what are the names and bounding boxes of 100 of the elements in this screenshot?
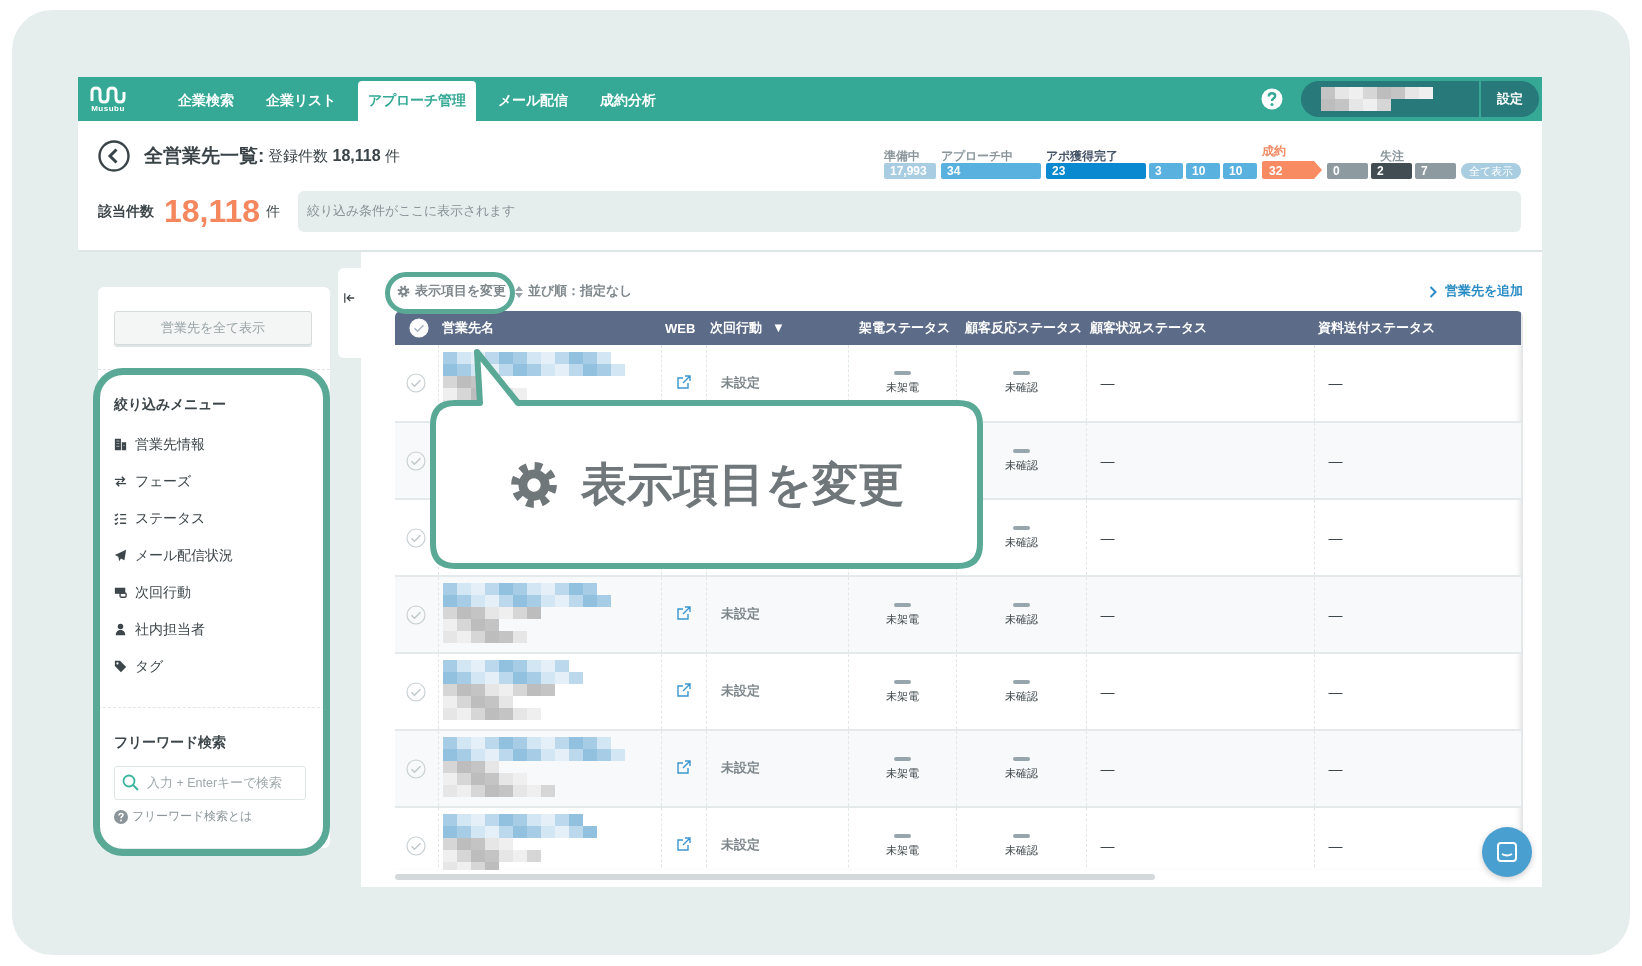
next-action-text: 未設定	[719, 375, 760, 390]
phase-segment[interactable]: 34	[941, 163, 1041, 179]
filter-menu-item[interactable]: ステータス	[135, 509, 205, 528]
show-all-button[interactable]: 営業先を全て表示	[114, 311, 312, 345]
status-dash-icon	[893, 371, 911, 375]
row-checkbox[interactable]	[406, 373, 427, 393]
nav-tab[interactable]: 企業リスト	[256, 81, 346, 121]
status-dash-icon	[1012, 602, 1030, 607]
status-dash-icon	[1012, 833, 1030, 838]
gear-icon	[509, 459, 559, 510]
document-status-text: —	[1327, 837, 1343, 854]
status-dash-icon	[893, 679, 911, 684]
external-link-icon[interactable]	[676, 760, 691, 774]
filter-menu-item[interactable]: タグ	[135, 657, 163, 676]
collapse-sidebar-button[interactable]	[338, 268, 361, 358]
external-link-icon[interactable]	[676, 374, 691, 389]
response-status-text: 未確認	[1004, 842, 1038, 858]
callout-text: 表示項目を変更	[581, 456, 904, 512]
chat-button[interactable]	[1482, 827, 1532, 877]
document-status-text: —	[1327, 529, 1343, 546]
row-checkbox[interactable]	[406, 681, 427, 702]
registered-count: 登録件数 18,118 件	[268, 146, 400, 166]
phase-segment[interactable]: 10	[1223, 163, 1257, 179]
response-status-text: 未確認	[1004, 534, 1038, 550]
customer-status-text: —	[1099, 606, 1115, 623]
settings-button[interactable]: 設定	[1479, 81, 1539, 117]
result-count: 18,118	[164, 193, 261, 230]
external-link-icon[interactable]	[676, 683, 691, 697]
next-action-text: 未設定	[719, 607, 760, 621]
external-link-icon[interactable]	[676, 606, 691, 620]
column-header[interactable]: 次回行動	[710, 320, 762, 335]
section-heading: 絞り込みメニュー	[114, 396, 227, 414]
phase-segment[interactable]: 32	[1262, 161, 1322, 179]
horizontal-scrollbar[interactable]	[395, 874, 1155, 880]
sort-order-text: 並び順：指定なし	[528, 283, 632, 300]
filter-menu-item[interactable]: 営業先情報	[135, 435, 205, 454]
row-checkbox[interactable]	[406, 604, 427, 625]
search-field[interactable]: 入力 + Enterキーで検索	[114, 766, 306, 800]
filter-conditions-box: 絞り込み条件がここに表示されます	[298, 191, 1521, 232]
phase-segment[interactable]: 3	[1149, 163, 1183, 179]
nav-tab[interactable]: 成約分析	[590, 81, 666, 121]
column-settings-button[interactable]: 表示項目を変更	[395, 283, 506, 300]
status-dash-icon	[1012, 756, 1030, 761]
tag-icon	[114, 660, 127, 673]
account-menu[interactable]: 設定	[1301, 81, 1539, 117]
sort-arrow[interactable]: ▼	[772, 320, 785, 335]
phase-label: 成約	[1262, 143, 1287, 158]
response-status-text: 未確認	[1004, 765, 1038, 781]
document-status-text: —	[1327, 760, 1343, 777]
customer-status-text: —	[1099, 375, 1115, 391]
person-icon	[114, 623, 127, 636]
filter-menu-item[interactable]: メール配信状況	[135, 546, 233, 565]
customer-status-text: —	[1099, 760, 1115, 777]
phase-segment[interactable]: 10	[1186, 163, 1220, 179]
search-icon	[122, 774, 139, 791]
filter-menu-item[interactable]: 次回行動	[135, 583, 191, 602]
nav-tab[interactable]: 企業検索	[168, 81, 244, 121]
document-status-text: —	[1327, 683, 1343, 700]
next-action-text: 未設定	[719, 838, 760, 852]
status-dash-icon	[1012, 525, 1030, 530]
phase-label: アポ獲得完了	[1046, 148, 1119, 163]
phase-label: 失注	[1379, 148, 1404, 163]
external-link-icon[interactable]	[676, 837, 691, 851]
add-lead-link[interactable]: 営業先を追加	[1429, 283, 1523, 300]
call-status-text: 未架電	[885, 611, 919, 627]
status-dash-icon	[1012, 679, 1030, 684]
collapse-icon	[344, 292, 355, 304]
customer-status-text: —	[1099, 837, 1115, 854]
sort-icon	[514, 285, 524, 298]
column-header[interactable]: 営業先名	[442, 320, 494, 335]
next-action-text: 未設定	[719, 761, 760, 775]
select-all-checkbox[interactable]	[408, 318, 429, 338]
help-link[interactable]: フリーワード検索とは	[132, 808, 252, 825]
filter-menu-item[interactable]: 社内担当者	[135, 620, 205, 639]
phase-segment[interactable]: 0	[1327, 163, 1368, 179]
status-dash-icon	[893, 756, 911, 761]
document-status-text: —	[1327, 375, 1343, 391]
status-dash-icon	[893, 602, 911, 607]
nav-tab[interactable]: メール配信	[488, 81, 578, 121]
filter-menu-item[interactable]: フェーズ	[135, 472, 191, 491]
back-icon[interactable]	[98, 140, 130, 172]
row-checkbox[interactable]	[406, 527, 427, 548]
row-checkbox[interactable]	[406, 758, 427, 779]
phase-segment[interactable]: 23	[1046, 163, 1146, 179]
row-checkbox[interactable]	[406, 450, 427, 471]
call-status-text: 未架電	[885, 765, 919, 781]
nav-tab[interactable]: アプローチ管理	[358, 81, 476, 121]
result-unit: 件	[266, 202, 281, 221]
customer-status-text: —	[1099, 452, 1115, 469]
document-status-text: —	[1327, 452, 1343, 469]
status-dash-icon	[893, 833, 911, 838]
chat-icon	[1495, 840, 1519, 864]
gear-icon	[397, 285, 410, 298]
call-status-text: 未架電	[885, 380, 919, 395]
logo-icon	[89, 85, 127, 104]
row-checkbox[interactable]	[406, 835, 427, 856]
phase-segment[interactable]: 2	[1371, 163, 1412, 179]
help-icon[interactable]	[1261, 88, 1283, 110]
call-status-text: 未架電	[885, 842, 919, 858]
phase-segment[interactable]: 7	[1415, 163, 1456, 179]
